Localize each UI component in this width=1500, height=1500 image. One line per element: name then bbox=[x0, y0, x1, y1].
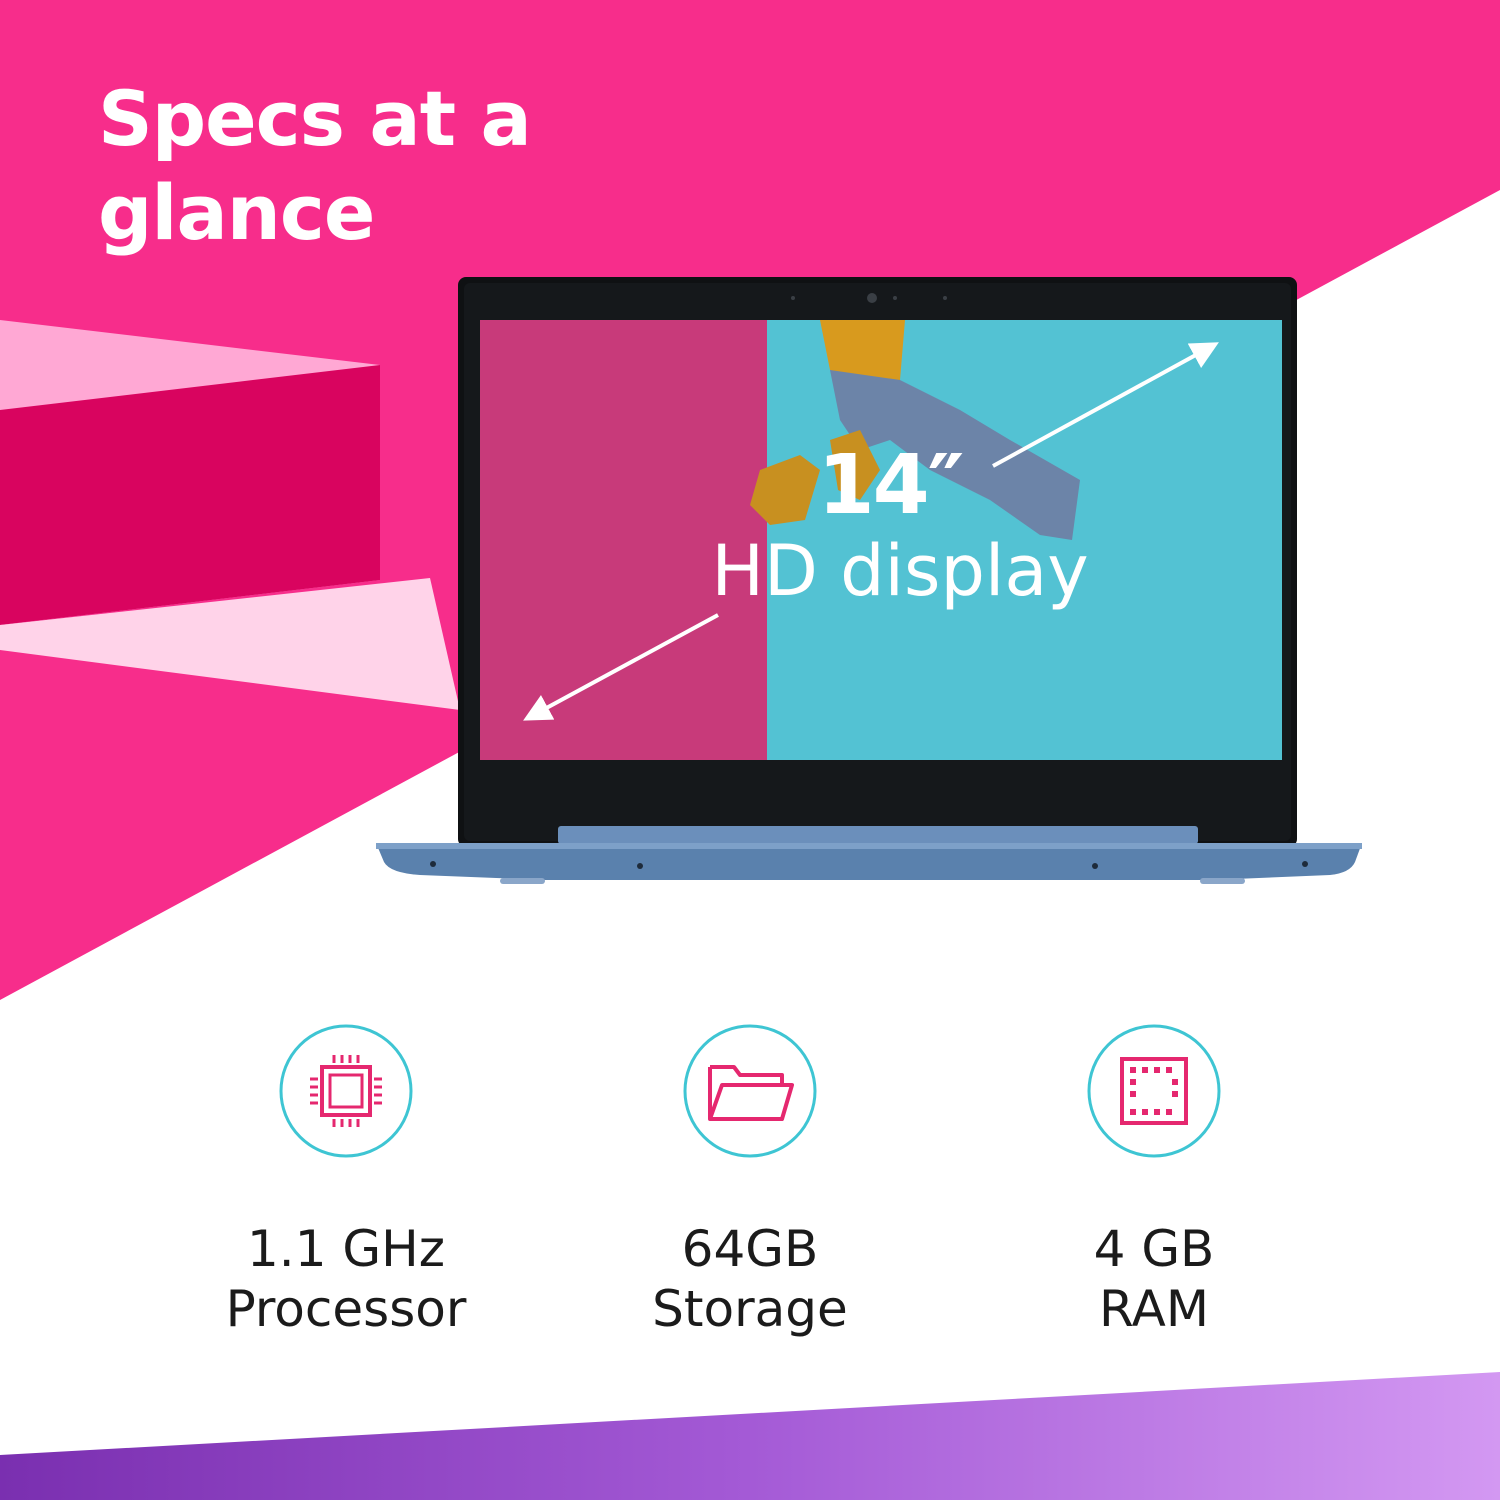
processor-chip-icon bbox=[278, 1023, 414, 1159]
display-size: 14″ bbox=[817, 438, 965, 533]
folder-icon bbox=[682, 1023, 818, 1159]
spec-ram: 4 GB RAM bbox=[964, 1023, 1344, 1339]
spec-storage: 64GB Storage bbox=[560, 1023, 940, 1339]
spec-label: Processor bbox=[225, 1280, 467, 1338]
spec-processor: 1.1 GHz Processor bbox=[156, 1023, 536, 1339]
spec-label: Storage bbox=[652, 1280, 848, 1338]
spec-label: RAM bbox=[1098, 1280, 1210, 1338]
spec-value: 64GB bbox=[681, 1220, 819, 1278]
webcam-icon bbox=[867, 293, 877, 303]
display-label: HD display bbox=[711, 530, 1089, 612]
spec-value: 1.1 GHz bbox=[247, 1220, 445, 1278]
spec-value: 4 GB bbox=[1093, 1220, 1215, 1278]
memory-chip-icon bbox=[1086, 1023, 1222, 1159]
